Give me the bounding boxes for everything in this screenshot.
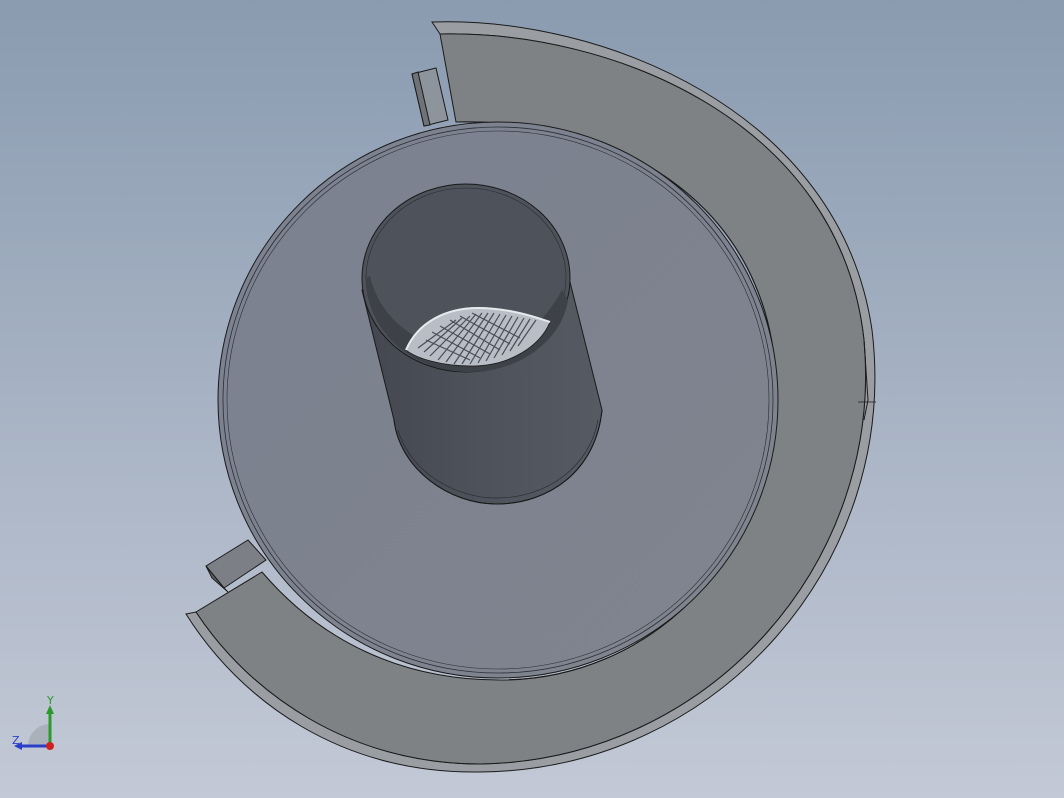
triad-quarter-disc — [28, 724, 50, 746]
top-outlet-tab — [411, 67, 449, 127]
y-axis-label: Y — [47, 694, 54, 707]
volute-casing-model[interactable] — [0, 0, 1064, 798]
z-axis-label: Z — [12, 734, 20, 747]
x-axis-dot — [46, 742, 54, 750]
coordinate-triad[interactable]: Y Z — [8, 694, 68, 756]
graphics-viewport[interactable]: Y Z — [0, 0, 1064, 798]
